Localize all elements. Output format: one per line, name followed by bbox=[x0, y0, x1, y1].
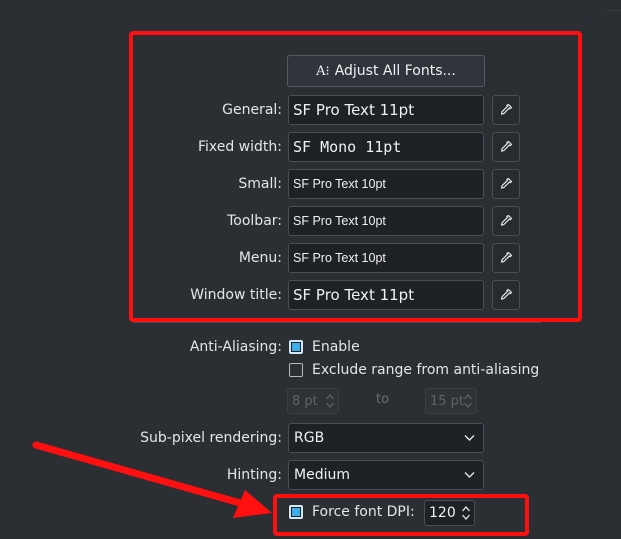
hinting-value: Medium bbox=[294, 467, 350, 483]
spin-arrows-icon bbox=[464, 394, 472, 408]
exclude-range-label[interactable]: Exclude range from anti-aliasing bbox=[312, 361, 539, 379]
anti-aliasing-label: Anti-Aliasing: bbox=[189, 339, 282, 355]
range-from-value: 8 pt bbox=[292, 393, 318, 409]
subpixel-rendering-select[interactable]: RGB bbox=[288, 423, 484, 453]
anti-aliasing-enable-label[interactable]: Enable bbox=[312, 338, 360, 356]
range-to-value: 15 pt bbox=[430, 393, 465, 409]
exclude-range-from-spinbox[interactable]: 8 pt bbox=[287, 388, 339, 414]
exclude-range-to-spinbox[interactable]: 15 pt bbox=[425, 388, 477, 414]
anti-aliasing-enable-checkbox[interactable] bbox=[289, 340, 303, 354]
spin-arrows-icon bbox=[326, 394, 334, 408]
section-separator bbox=[133, 322, 541, 323]
range-to-label: to bbox=[376, 392, 390, 407]
subpixel-rendering-label: Sub-pixel rendering: bbox=[140, 430, 282, 446]
exclude-range-checkbox[interactable] bbox=[289, 363, 303, 377]
chevron-down-icon bbox=[464, 435, 475, 441]
fonts-settings-page: A⁝ Adjust All Fonts... General: SF Pro T… bbox=[0, 0, 621, 539]
force-dpi-highlight-box bbox=[273, 494, 529, 536]
window-edge-line bbox=[606, 0, 621, 11]
chevron-down-icon bbox=[464, 472, 475, 478]
hinting-label: Hinting: bbox=[226, 467, 282, 483]
hinting-select[interactable]: Medium bbox=[288, 460, 484, 490]
subpixel-rendering-value: RGB bbox=[294, 430, 325, 446]
fonts-highlight-box bbox=[129, 31, 582, 322]
